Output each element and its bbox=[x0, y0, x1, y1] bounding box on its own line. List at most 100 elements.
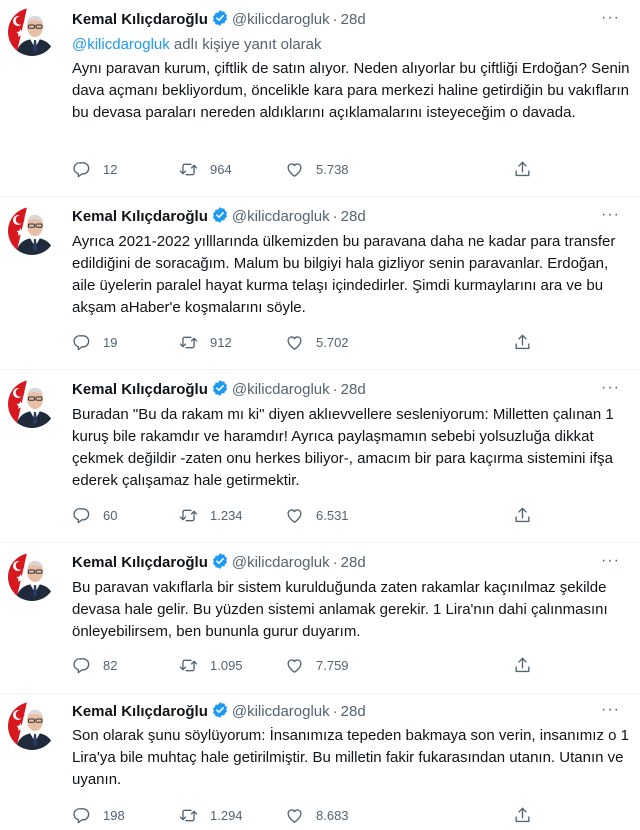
like-count: 8.683 bbox=[316, 807, 349, 823]
verified-badge-icon bbox=[211, 9, 229, 27]
avatar[interactable] bbox=[8, 553, 56, 601]
share-button[interactable] bbox=[513, 653, 544, 677]
author-name[interactable]: Kemal Kılıçdaroğlu bbox=[72, 554, 208, 571]
reply-count: 60 bbox=[103, 507, 118, 523]
retweet-count: 912 bbox=[210, 334, 232, 350]
heart-icon bbox=[285, 506, 304, 525]
share-button[interactable] bbox=[513, 803, 544, 827]
share-button[interactable] bbox=[513, 330, 544, 354]
reply-button[interactable]: 82 bbox=[72, 653, 117, 677]
more-icon[interactable]: ··· bbox=[601, 206, 620, 224]
reply-context: @kilicdarogluk adlı kişiye yanıt olarak bbox=[72, 34, 322, 56]
avatar[interactable] bbox=[8, 702, 56, 750]
retweet-icon bbox=[179, 506, 198, 525]
avatar[interactable] bbox=[8, 8, 56, 56]
tweet-text: Ayrıca 2021-2022 yılllarında ülkemizden … bbox=[72, 233, 616, 316]
like-count: 7.759 bbox=[316, 657, 349, 673]
reply-suffix: adlı kişiye yanıt olarak bbox=[169, 36, 322, 53]
verified-badge-icon bbox=[211, 379, 229, 397]
reply-button[interactable]: 12 bbox=[72, 157, 117, 181]
retweet-button[interactable]: 912 bbox=[179, 330, 232, 354]
reply-icon bbox=[72, 806, 91, 825]
retweet-count: 1.095 bbox=[210, 657, 243, 673]
tweet[interactable]: Kemal Kılıçdaroğlu @kilicdarogluk · 28d ···… bbox=[0, 197, 640, 369]
reply-count: 19 bbox=[103, 334, 118, 350]
author-handle[interactable]: @kilicdarogluk bbox=[232, 11, 330, 28]
reply-button[interactable]: 198 bbox=[72, 803, 125, 827]
like-button[interactable]: 7.759 bbox=[285, 653, 349, 677]
verified-badge-icon bbox=[211, 552, 229, 570]
tweet-actions: 12 964 5.738 bbox=[72, 157, 542, 181]
separator-dot: · bbox=[332, 554, 338, 571]
tweet[interactable]: Kemal Kılıçdaroğlu @kilicdarogluk · 28d ···… bbox=[0, 370, 640, 542]
reply-count: 12 bbox=[103, 161, 118, 177]
share-button[interactable] bbox=[513, 503, 544, 527]
more-icon[interactable]: ··· bbox=[601, 379, 620, 397]
author-name[interactable]: Kemal Kılıçdaroğlu bbox=[72, 208, 208, 225]
tweet[interactable]: Kemal Kılıçdaroğlu @kilicdarogluk · 28d ···… bbox=[0, 0, 640, 196]
tweet[interactable]: Kemal Kılıçdaroğlu @kilicdarogluk · 28d ···… bbox=[0, 694, 640, 830]
tweet-header: Kemal Kılıçdaroğlu @kilicdarogluk · 28d bbox=[72, 206, 366, 228]
share-icon bbox=[513, 506, 532, 525]
separator-dot: · bbox=[332, 208, 338, 225]
reply-icon bbox=[72, 333, 91, 352]
reply-mention-link[interactable]: @kilicdarogluk bbox=[72, 36, 170, 53]
retweet-button[interactable]: 1.294 bbox=[179, 803, 243, 827]
tweet-time[interactable]: 28d bbox=[341, 208, 366, 225]
heart-icon bbox=[285, 806, 304, 825]
like-button[interactable]: 8.683 bbox=[285, 803, 349, 827]
reply-icon bbox=[72, 160, 91, 179]
avatar[interactable] bbox=[8, 207, 56, 255]
retweet-button[interactable]: 1.234 bbox=[179, 503, 243, 527]
like-count: 5.738 bbox=[316, 161, 349, 177]
tweet-actions: 19 912 5.702 bbox=[72, 330, 542, 354]
verified-badge-icon bbox=[211, 701, 229, 719]
separator-dot: · bbox=[332, 381, 338, 398]
tweet-header: Kemal Kılıçdaroğlu @kilicdarogluk · 28d bbox=[72, 552, 366, 574]
like-button[interactable]: 6.531 bbox=[285, 503, 349, 527]
retweet-count: 1.294 bbox=[210, 807, 243, 823]
reply-count: 82 bbox=[103, 657, 118, 673]
retweet-button[interactable]: 1.095 bbox=[179, 653, 243, 677]
tweet-time[interactable]: 28d bbox=[341, 11, 366, 28]
retweet-icon bbox=[179, 806, 198, 825]
avatar[interactable] bbox=[8, 380, 56, 428]
author-name[interactable]: Kemal Kılıçdaroğlu bbox=[72, 703, 208, 720]
reply-button[interactable]: 19 bbox=[72, 330, 117, 354]
share-icon bbox=[513, 333, 532, 352]
author-handle[interactable]: @kilicdarogluk bbox=[232, 381, 330, 398]
author-handle[interactable]: @kilicdarogluk bbox=[232, 554, 330, 571]
tweet-text: Bu paravan vakıflarla bir sistem kuruldu… bbox=[72, 579, 608, 640]
tweet-text: Buradan "Bu da rakam mı ki" diyen aklıev… bbox=[72, 406, 614, 489]
author-name[interactable]: Kemal Kılıçdaroğlu bbox=[72, 381, 208, 398]
tweet-header: Kemal Kılıçdaroğlu @kilicdarogluk · 28d bbox=[72, 379, 366, 401]
heart-icon bbox=[285, 160, 304, 179]
retweet-button[interactable]: 964 bbox=[179, 157, 232, 181]
tweet-text: Aynı paravan kurum, çiftlik de satın alı… bbox=[72, 60, 630, 121]
tweet-time[interactable]: 28d bbox=[341, 703, 366, 720]
tweet-header: Kemal Kılıçdaroğlu @kilicdarogluk · 28d bbox=[72, 701, 366, 723]
tweet[interactable]: Kemal Kılıçdaroğlu @kilicdarogluk · 28d ···… bbox=[0, 543, 640, 693]
like-count: 6.531 bbox=[316, 507, 349, 523]
more-icon[interactable]: ··· bbox=[601, 552, 620, 570]
retweet-icon bbox=[179, 656, 198, 675]
author-handle[interactable]: @kilicdarogluk bbox=[232, 703, 330, 720]
author-handle[interactable]: @kilicdarogluk bbox=[232, 208, 330, 225]
share-icon bbox=[513, 806, 532, 825]
more-icon[interactable]: ··· bbox=[601, 9, 620, 27]
share-button[interactable] bbox=[513, 157, 544, 181]
reply-icon bbox=[72, 506, 91, 525]
like-button[interactable]: 5.702 bbox=[285, 330, 349, 354]
like-button[interactable]: 5.738 bbox=[285, 157, 349, 181]
reply-count: 198 bbox=[103, 807, 125, 823]
heart-icon bbox=[285, 333, 304, 352]
more-icon[interactable]: ··· bbox=[601, 701, 620, 719]
retweet-icon bbox=[179, 333, 198, 352]
verified-badge-icon bbox=[211, 206, 229, 224]
tweet-time[interactable]: 28d bbox=[341, 554, 366, 571]
tweet-time[interactable]: 28d bbox=[341, 381, 366, 398]
reply-button[interactable]: 60 bbox=[72, 503, 117, 527]
reply-icon bbox=[72, 656, 91, 675]
author-name[interactable]: Kemal Kılıçdaroğlu bbox=[72, 11, 208, 28]
like-count: 5.702 bbox=[316, 334, 349, 350]
